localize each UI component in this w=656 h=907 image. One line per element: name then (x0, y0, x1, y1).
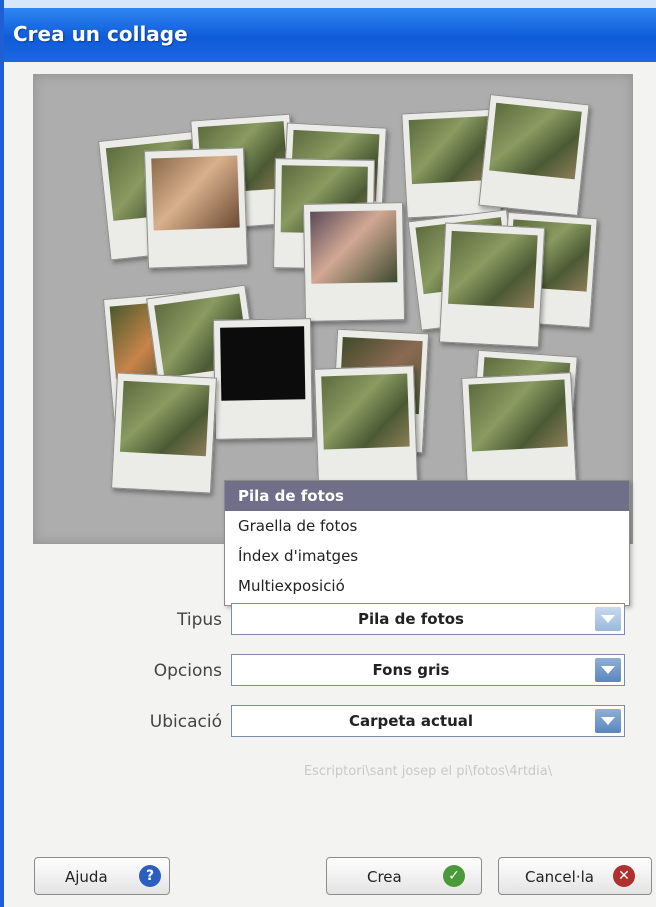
photo-thumbnail (478, 94, 590, 216)
opcions-select[interactable]: Fons gris (231, 654, 625, 686)
dropdown-option-graella[interactable]: Graella de fotos (225, 511, 629, 541)
create-button-label: Crea (367, 868, 402, 886)
close-icon: ✕ (613, 865, 635, 887)
photo-thumbnail (111, 372, 217, 494)
create-button[interactable]: Crea ✓ (326, 857, 482, 895)
dropdown-option-multiexposicio[interactable]: Multiexposició (225, 571, 629, 601)
collage-preview (33, 74, 633, 544)
ubicacio-select[interactable]: Carpeta actual (231, 705, 625, 737)
checkmark-icon: ✓ (443, 865, 465, 887)
help-button-label: Ajuda (65, 868, 108, 886)
opcions-label: Opcions (153, 661, 222, 681)
tipus-value: Pila de fotos (358, 610, 464, 628)
photo-thumbnail (313, 365, 419, 489)
cancel-button-label: Cancel·la (525, 868, 594, 886)
chevron-down-icon[interactable] (595, 607, 621, 631)
cancel-button[interactable]: Cancel·la ✕ (498, 857, 652, 895)
chevron-down-icon[interactable] (595, 658, 621, 682)
tipus-select[interactable]: Pila de fotos (231, 603, 625, 635)
photo-thumbnail (302, 202, 406, 322)
help-icon: ? (139, 865, 161, 887)
chevron-down-icon[interactable] (595, 709, 621, 733)
dropdown-option-index[interactable]: Índex d'imatges (225, 541, 629, 571)
help-button[interactable]: Ajuda ? (34, 857, 170, 895)
window-title: Crea un collage (13, 22, 188, 46)
title-bar[interactable]: Crea un collage (4, 0, 656, 62)
tipus-label: Tipus (176, 610, 222, 630)
dropdown-option-pila[interactable]: Pila de fotos (225, 481, 629, 511)
opcions-value: Fons gris (372, 661, 450, 679)
folder-path: Escriptori\sant josep el pi\fotos\4rtdia… (303, 764, 553, 779)
collage-dialog: Crea un collage Pila de fotos Graella de… (0, 0, 656, 907)
photo-thumbnail (461, 372, 577, 488)
photo-thumbnail (143, 147, 249, 269)
photo-thumbnail (438, 222, 546, 348)
tipus-dropdown-list[interactable]: Pila de fotos Graella de fotos Índex d'i… (224, 480, 630, 606)
photo-thumbnail (212, 318, 314, 440)
ubicacio-label: Ubicació (149, 712, 222, 732)
ubicacio-value: Carpeta actual (348, 712, 474, 730)
